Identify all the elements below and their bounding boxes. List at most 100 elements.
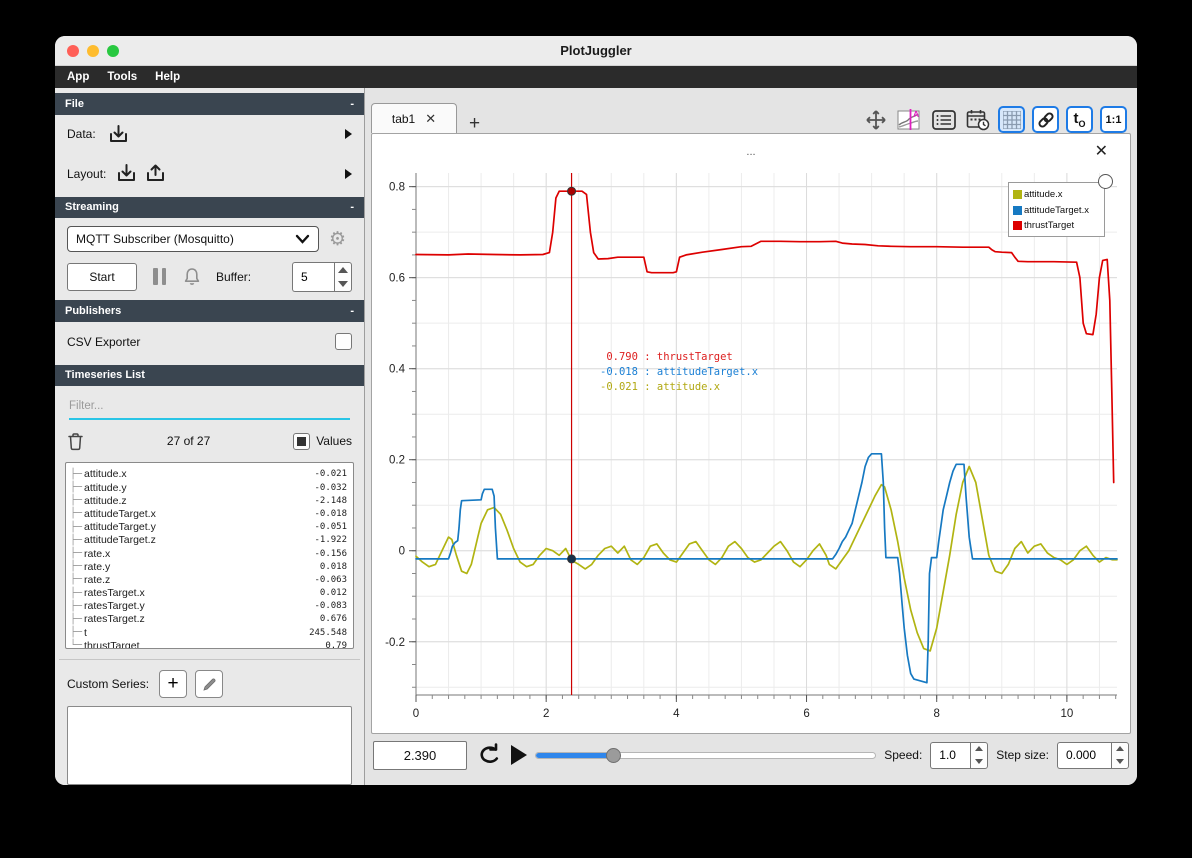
list-item[interactable]: ├─ ratesTarget.y -0.083 xyxy=(70,600,347,613)
speed-label: Speed: xyxy=(884,748,923,762)
menubar: App Tools Help xyxy=(55,66,1137,88)
series-value: -0.063 xyxy=(314,574,347,585)
ratio-one-to-one-button[interactable]: 1:1 xyxy=(1100,106,1127,133)
buffer-decrement-button[interactable] xyxy=(335,277,351,291)
cursor-tooltip: 0.790 : thrustTarget -0.018 : attitudeTar… xyxy=(600,350,758,395)
date-time-button[interactable] xyxy=(964,106,991,133)
collapse-icon[interactable]: - xyxy=(350,201,354,213)
link-axes-button[interactable] xyxy=(1032,106,1059,133)
step-increment-button[interactable] xyxy=(1112,743,1128,756)
time-offset-button[interactable]: tO xyxy=(1066,106,1093,133)
series-value: 0.018 xyxy=(319,561,347,572)
publishers-section-header[interactable]: Publishers - xyxy=(55,300,364,323)
series-value: -0.021 xyxy=(314,469,347,480)
list-item[interactable]: ├─ attitudeTarget.x -0.018 xyxy=(70,507,347,520)
trash-icon[interactable] xyxy=(67,432,84,451)
series-name: rate.y xyxy=(84,560,111,573)
series-value: -0.156 xyxy=(314,548,347,559)
pause-icon[interactable] xyxy=(153,268,166,286)
step-size-spinbox[interactable]: 0.000 xyxy=(1057,741,1129,769)
loop-playback-button[interactable] xyxy=(475,742,503,768)
streaming-section-header[interactable]: Streaming - xyxy=(55,196,364,219)
add-tab-button[interactable]: + xyxy=(457,114,492,133)
plot-canvas[interactable]: 0 2 4 6 8 10 -0.2 0 0.2 0.4 0.6 0.8 attitude.x attit… xyxy=(372,167,1130,733)
plot-title[interactable]: ... xyxy=(372,146,1130,158)
list-item[interactable]: ├─ ratesTarget.x 0.012 xyxy=(70,587,347,600)
play-button[interactable] xyxy=(511,745,527,765)
values-checkbox[interactable] xyxy=(293,432,311,450)
playback-slider[interactable] xyxy=(535,741,877,770)
menu-help[interactable]: Help xyxy=(155,71,180,83)
list-item[interactable]: ├─ t 245.548 xyxy=(70,626,347,639)
series-name: attitudeTarget.x xyxy=(84,507,156,520)
add-custom-series-button[interactable]: + xyxy=(159,670,188,699)
link-icon xyxy=(1037,111,1054,128)
save-layout-button[interactable] xyxy=(145,163,166,184)
slider-handle[interactable] xyxy=(606,747,622,763)
svg-text:0: 0 xyxy=(413,708,419,720)
calendar-clock-icon xyxy=(966,109,989,130)
move-pan-button[interactable] xyxy=(862,106,889,133)
filter-field-wrap xyxy=(69,396,350,421)
plot-panel: ... ✕ 0 2 4 6 8 10 -0.2 0 0.2 0.4 0.6 0.8 attitude.… xyxy=(371,133,1131,734)
timeseries-list[interactable]: ├─ attitude.x -0.021 ├─ attitude.y -0.032 ├─ at… xyxy=(65,461,354,650)
tab-close-icon[interactable]: ✕ xyxy=(425,111,436,127)
collapse-icon[interactable]: - xyxy=(350,305,354,317)
load-data-button[interactable] xyxy=(108,124,129,145)
list-item[interactable]: ├─ rate.z -0.063 xyxy=(70,573,347,586)
csv-exporter-checkbox[interactable] xyxy=(335,333,352,351)
list-item[interactable]: ├─ rate.y 0.018 xyxy=(70,560,347,573)
list-item[interactable]: ├─ attitudeTarget.y -0.051 xyxy=(70,521,347,534)
speed-spinbox[interactable]: 1.0 xyxy=(930,741,989,769)
chart-svg[interactable]: 0 2 4 6 8 10 -0.2 0 0.2 0.4 0.6 0.8 xyxy=(372,167,1129,733)
collapse-icon[interactable]: - xyxy=(350,98,354,110)
list-item[interactable]: ├─ ratesTarget.z 0.676 xyxy=(70,613,347,626)
load-layout-button[interactable] xyxy=(116,163,137,184)
filter-input[interactable] xyxy=(69,400,350,413)
list-item[interactable]: ├─ attitudeTarget.z -1.922 xyxy=(70,534,347,547)
data-row: Data: xyxy=(55,115,364,154)
series-value: -0.032 xyxy=(314,482,347,493)
plot-close-icon[interactable]: ✕ xyxy=(1095,144,1108,160)
grid-layout-button[interactable] xyxy=(998,106,1025,133)
plot-header: ... ✕ xyxy=(372,134,1130,167)
tree-connector: ├─ xyxy=(70,495,83,507)
menu-app[interactable]: App xyxy=(67,71,89,83)
svg-text:8: 8 xyxy=(934,708,940,720)
tab-tab1[interactable]: tab1 ✕ xyxy=(371,103,457,133)
legend-entry[interactable]: thrustTarget xyxy=(1013,218,1100,234)
buffer-spinbox[interactable]: 5 xyxy=(292,261,352,292)
series-name: rate.x xyxy=(84,547,111,560)
list-item[interactable]: └─ thrustTarget 0.79 xyxy=(70,639,347,649)
legend-handle[interactable] xyxy=(1098,174,1113,189)
legend-entry[interactable]: attitudeTarget.x xyxy=(1013,203,1100,219)
buffer-increment-button[interactable] xyxy=(335,263,351,277)
list-item[interactable]: ├─ attitude.y -0.032 xyxy=(70,481,347,494)
timeseries-section-header[interactable]: Timeseries List xyxy=(55,364,364,387)
data-menu-arrow-icon[interactable] xyxy=(345,129,352,140)
data-list-button[interactable] xyxy=(930,106,957,133)
layout-menu-arrow-icon[interactable] xyxy=(345,168,352,179)
notifications-bell-icon[interactable] xyxy=(182,266,202,287)
menu-tools[interactable]: Tools xyxy=(107,71,137,83)
streaming-settings-gear-icon[interactable]: ⚙ xyxy=(329,229,346,249)
legend-entry[interactable]: attitude.x xyxy=(1013,187,1100,203)
start-streaming-button[interactable]: Start xyxy=(67,262,137,291)
file-section-header[interactable]: File - xyxy=(55,93,364,115)
csv-exporter-label: CSV Exporter xyxy=(67,334,141,349)
list-item[interactable]: ├─ attitude.x -0.021 xyxy=(70,468,347,481)
speed-increment-button[interactable] xyxy=(971,743,987,756)
speed-decrement-button[interactable] xyxy=(971,755,987,768)
svg-text:0.8: 0.8 xyxy=(389,182,405,194)
edit-custom-series-button[interactable] xyxy=(195,670,224,699)
series-value: -0.083 xyxy=(314,601,347,612)
custom-series-listbox[interactable] xyxy=(67,705,352,785)
current-time-field[interactable]: 2.390 xyxy=(373,740,467,770)
step-decrement-button[interactable] xyxy=(1112,755,1128,768)
streaming-source-select[interactable]: MQTT Subscriber (Mosquitto) xyxy=(67,226,319,253)
cursor-tracker-button[interactable]: A xyxy=(896,106,923,133)
list-item[interactable]: ├─ attitude.z -2.148 xyxy=(70,494,347,507)
plot-legend[interactable]: attitude.x attitudeTarget.x thrustTarget xyxy=(1008,174,1113,237)
series-value: -0.018 xyxy=(314,508,347,519)
list-item[interactable]: ├─ rate.x -0.156 xyxy=(70,547,347,560)
